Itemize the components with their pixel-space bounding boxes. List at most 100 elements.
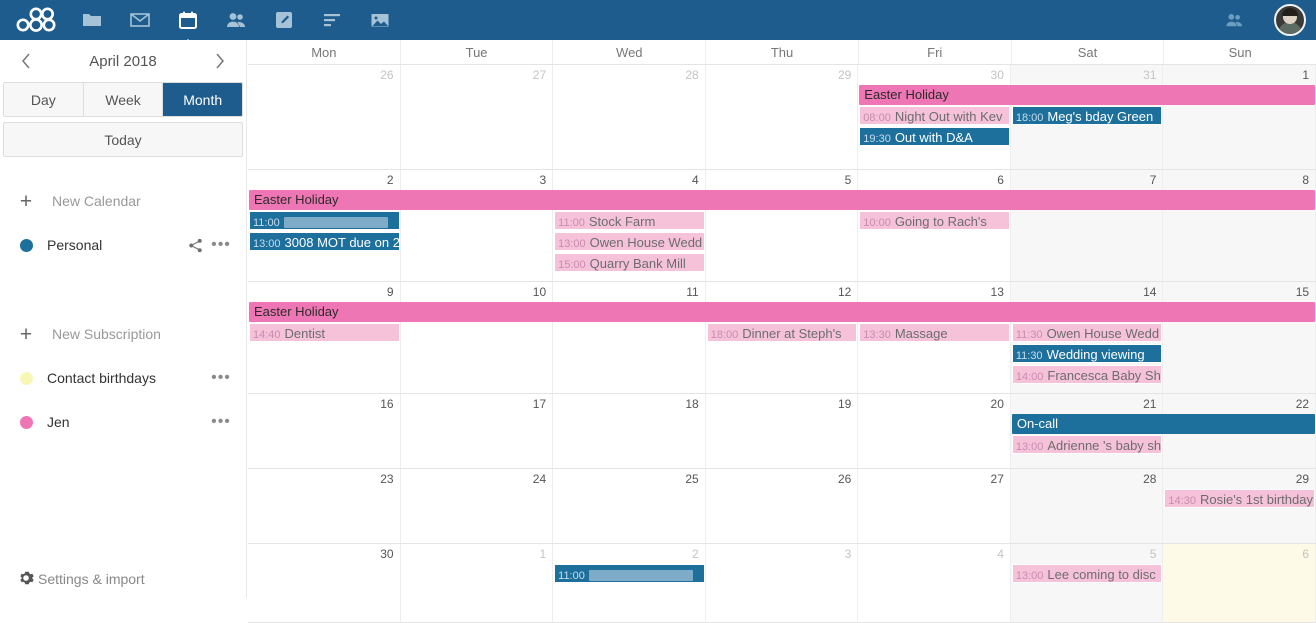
tasks-icon[interactable]	[312, 0, 352, 40]
calendar-event[interactable]: 15:00 Quarry Bank Mill	[554, 253, 705, 272]
view-button-day[interactable]: Day	[4, 83, 84, 116]
settings-and-import-button[interactable]: Settings & import	[0, 560, 246, 598]
calendar-event[interactable]: 11:00	[249, 211, 400, 230]
day-cell[interactable]: 8	[1163, 170, 1316, 281]
user-avatar[interactable]	[1274, 4, 1306, 36]
day-cell[interactable]: 17	[401, 394, 554, 468]
day-cell[interactable]: 24	[401, 469, 554, 543]
kebab-icon: •••	[211, 369, 231, 386]
day-cell[interactable]: 4	[858, 544, 1011, 622]
day-cell[interactable]: 5	[1010, 544, 1164, 622]
day-cell[interactable]: 23	[248, 469, 401, 543]
files-icon[interactable]	[72, 0, 112, 40]
day-cell[interactable]: 16	[248, 394, 401, 468]
share-icon[interactable]	[182, 233, 208, 257]
calendar-event[interactable]: 13:30 Massage	[859, 323, 1010, 342]
calendar-week-row: 26 27 28 29 30 31 1 Easter Holiday 08:00 Night Ou…	[248, 65, 1316, 170]
today-button[interactable]: Today	[3, 122, 243, 157]
calendar-label: Jen	[47, 414, 70, 430]
day-cell[interactable]: 11	[553, 282, 706, 393]
calendar-event[interactable]: 14:00 Francesca Baby Sh	[1011, 365, 1163, 384]
day-cell[interactable]: 7	[1010, 170, 1164, 281]
calendar-event[interactable]: 13:00 Lee coming to disc	[1011, 564, 1163, 583]
day-cell[interactable]: 6	[1163, 544, 1316, 622]
calendar-event[interactable]: Easter Holiday	[859, 85, 1315, 105]
day-cell[interactable]: 2	[553, 544, 706, 622]
day-cell[interactable]: 18	[553, 394, 706, 468]
new-calendar-label: New Calendar	[52, 193, 141, 209]
day-cell[interactable]: 27	[858, 469, 1011, 543]
calendar-menu-button[interactable]: •••	[208, 410, 234, 434]
day-cell[interactable]: 3	[401, 170, 554, 281]
day-number: 8	[1302, 173, 1310, 187]
day-number: 13	[990, 285, 1004, 299]
contacts-icon[interactable]	[216, 0, 256, 40]
calendar-week-row: 16 17 18 19 20 21 22 On-call 13:00 Adrienne 's ba…	[248, 394, 1316, 469]
day-number: 26	[837, 472, 852, 486]
day-number: 1	[539, 547, 547, 561]
day-cell[interactable]: 28	[1010, 469, 1164, 543]
calendar-item-jen[interactable]: Jen •••	[0, 400, 246, 444]
calendar-event[interactable]: 08:00 Night Out with Kev	[859, 106, 1010, 125]
calendar-event[interactable]: 11:30 Owen House Wedd	[1011, 323, 1163, 342]
calendar-item-contact-birthdays[interactable]: Contact birthdays •••	[0, 356, 246, 400]
calendar-event[interactable]: 13:00 3008 MOT due on 2	[249, 232, 400, 251]
calendar-event[interactable]: 18:00 Dinner at Steph's	[706, 323, 858, 342]
calendar-event[interactable]: 19:30 Out with D&A	[859, 127, 1010, 146]
new-calendar-button[interactable]: + New Calendar	[0, 179, 246, 223]
calendar-event[interactable]: 11:00 Stock Farm	[554, 211, 705, 230]
calendar-menu-button[interactable]: •••	[208, 233, 234, 257]
calendar-item-personal[interactable]: Personal •••	[0, 223, 246, 267]
event-title: Meg's bday Green	[1047, 109, 1154, 124]
day-number: 5	[844, 173, 852, 187]
calendar-event[interactable]: 18:00 Meg's bday Green	[1011, 106, 1163, 125]
day-cell[interactable]: 28	[553, 65, 706, 169]
day-cell[interactable]: 10	[401, 282, 554, 393]
day-cell[interactable]: 3	[706, 544, 859, 622]
notes-icon[interactable]	[264, 0, 304, 40]
day-number: 6	[1302, 547, 1310, 561]
day-cell[interactable]: 19	[706, 394, 859, 468]
contacts-menu-icon[interactable]	[1214, 0, 1254, 40]
day-cell[interactable]: 5	[706, 170, 859, 281]
day-cell[interactable]: 1	[1163, 65, 1316, 169]
calendar-event[interactable]: 10:00 Going to Rach's	[859, 211, 1010, 230]
day-cell[interactable]: 27	[401, 65, 554, 169]
previous-month-button[interactable]	[14, 49, 38, 73]
new-subscription-button[interactable]: + New Subscription	[0, 312, 246, 356]
calendar-event[interactable]: 13:00 Owen House Wedd	[554, 232, 705, 251]
day-cell[interactable]: 15	[1163, 282, 1316, 393]
day-number: 10	[532, 285, 547, 299]
calendar-event[interactable]: Easter Holiday	[249, 190, 1315, 210]
calendar-event[interactable]: 13:00 Adrienne 's baby sh	[1011, 435, 1163, 454]
view-button-week[interactable]: Week	[83, 83, 164, 116]
calendar-icon[interactable]	[168, 0, 208, 48]
day-cell[interactable]: 26	[706, 469, 859, 543]
calendar-event[interactable]: 14:30 Rosie's 1st birthday	[1164, 489, 1315, 508]
day-cell[interactable]: 25	[553, 469, 706, 543]
avatar-hair	[1282, 8, 1298, 16]
calendar-event[interactable]: Easter Holiday	[249, 302, 1315, 322]
day-cell[interactable]: 26	[248, 65, 401, 169]
calendar-event[interactable]: On-call	[1011, 414, 1315, 434]
day-cell[interactable]: 1	[401, 544, 554, 622]
calendar-menu-button[interactable]: •••	[208, 366, 234, 390]
photos-icon[interactable]	[360, 0, 400, 40]
calendar-event[interactable]: 11:00	[554, 564, 705, 583]
calendar-event[interactable]: 11:30 Wedding viewing	[1011, 344, 1163, 363]
view-button-month[interactable]: Month	[163, 83, 242, 116]
event-time: 11:00	[253, 217, 280, 229]
day-number: 3	[844, 547, 852, 561]
nextcloud-logo[interactable]	[0, 0, 72, 40]
next-month-button[interactable]	[208, 49, 232, 73]
event-time: 15:00	[558, 259, 586, 271]
mail-icon[interactable]	[120, 0, 160, 40]
event-title: Going to Rach's	[894, 214, 987, 229]
event-time: 08:00	[863, 112, 891, 124]
day-cell[interactable]: 30	[248, 544, 401, 622]
event-time: 14:00	[1015, 371, 1044, 383]
calendar-color-dot	[20, 415, 33, 429]
calendar-event[interactable]: 14:40 Dentist	[249, 323, 400, 342]
day-cell[interactable]: 29	[706, 65, 859, 169]
day-cell[interactable]: 20	[858, 394, 1011, 468]
